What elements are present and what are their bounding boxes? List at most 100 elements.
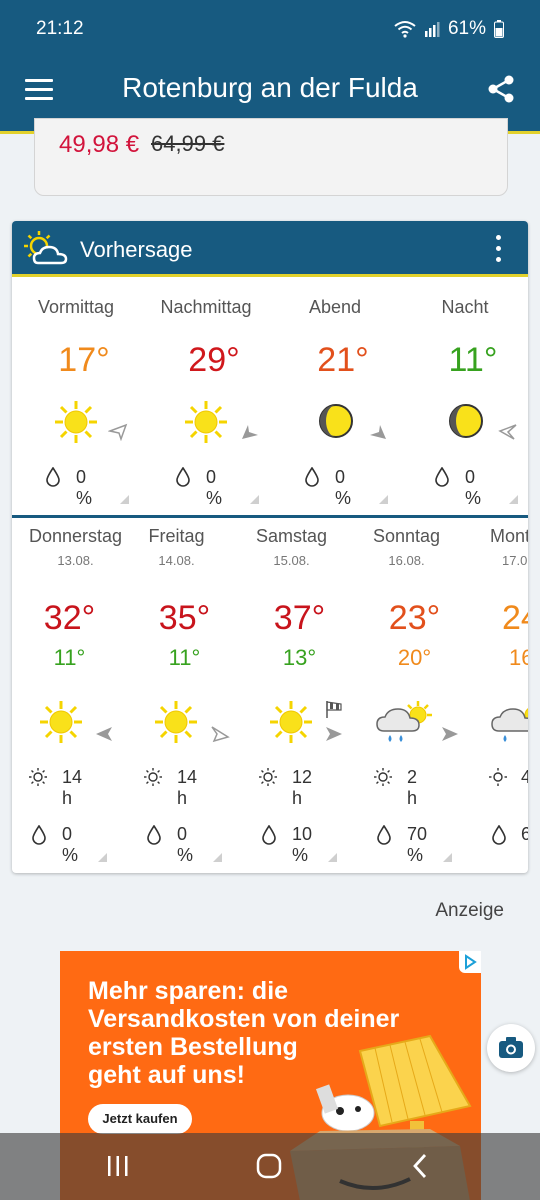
daypart-temp: 29° — [188, 341, 240, 379]
raindrop-icon — [377, 825, 391, 845]
ad-label: Anzeige — [435, 900, 504, 921]
day-date: 13.08. — [57, 553, 94, 568]
day-name: Samstag — [255, 526, 328, 546]
day-min-temp: 11° — [53, 645, 86, 670]
ad-buy-button[interactable]: Jetzt kaufen — [88, 1104, 192, 1134]
wind-arrow-icon — [442, 727, 458, 741]
battery-percent: 61% — [447, 18, 486, 39]
sunshine-icon — [29, 768, 47, 786]
day-name: Mont — [490, 526, 528, 546]
day-max-temp: 24 — [502, 599, 528, 637]
more-options-icon[interactable] — [496, 235, 502, 265]
day-date: 14.08. — [158, 553, 195, 568]
section-divider — [12, 515, 528, 518]
wind-flag-icon — [326, 701, 342, 718]
sunshine-icon — [144, 768, 162, 786]
sun-icon — [185, 401, 227, 443]
expand-corner[interactable] — [213, 853, 222, 862]
day-max-temp: 37° — [273, 599, 326, 637]
expand-corner[interactable] — [328, 853, 337, 862]
wind-arrow-icon — [96, 727, 112, 741]
precip-value: 0 % — [76, 467, 93, 508]
day-min-temp: 20° — [397, 645, 432, 670]
signal-icon — [424, 22, 440, 37]
raindrop-icon — [492, 825, 506, 845]
day-min-temp: 11° — [168, 645, 201, 670]
app-header: 21:12 61% Rotenburg an der Fulda — [0, 0, 540, 134]
back-icon[interactable] — [410, 1153, 430, 1179]
wind-arrow-icon — [326, 727, 342, 741]
expand-corner[interactable] — [443, 853, 452, 862]
sunshine-icon — [489, 768, 507, 786]
wind-arrow-icon — [498, 424, 517, 440]
forecast-title: Vorhersage — [80, 237, 193, 262]
camera-button[interactable] — [487, 1024, 535, 1072]
moon-icon — [319, 404, 353, 438]
page-title: Rotenburg an der Fulda — [122, 72, 418, 103]
wind-arrow-icon — [370, 425, 386, 439]
precip-value: 6 — [521, 824, 528, 844]
rain-cloud-sun-icon — [491, 708, 528, 742]
precip-value: 0 % — [206, 467, 223, 508]
daypart-label: Nacht — [441, 297, 489, 317]
sunshine-icon — [374, 768, 392, 786]
daypart-label: Abend — [308, 297, 362, 317]
sun-icon — [270, 701, 312, 743]
sunshine-hours: 2 h — [407, 767, 418, 808]
raindrop-icon — [435, 467, 449, 487]
sun-icon — [155, 701, 197, 743]
sunshine-hours: 4 — [521, 767, 528, 787]
sunshine-icon — [259, 768, 277, 786]
day-name: Freitag — [148, 526, 205, 546]
wind-arrow-icon — [211, 726, 230, 743]
sunshine-hours: 12 h — [292, 767, 313, 808]
forecast-header: Vorhersage — [12, 221, 528, 277]
product-card[interactable]: 49,98 € 64,99 € — [34, 118, 508, 196]
camera-icon — [499, 1037, 523, 1058]
sun-icon — [55, 401, 97, 443]
status-icons: 61% — [394, 18, 504, 40]
sun-icon — [40, 701, 82, 743]
daypart-label: Nachmittag — [160, 297, 252, 317]
expand-corner[interactable] — [98, 853, 107, 862]
precip-value: 10 % — [292, 824, 313, 865]
battery-icon — [494, 20, 504, 38]
expand-corner[interactable] — [250, 495, 259, 504]
system-nav-bar — [0, 1133, 540, 1200]
wind-arrow-icon — [108, 423, 128, 441]
ad-choices-icon[interactable] — [459, 951, 481, 973]
expand-corner[interactable] — [509, 495, 518, 504]
day-date: 16.08. — [388, 553, 425, 568]
rain-cloud-sun-icon — [376, 701, 432, 742]
day-date: 17.0 — [502, 553, 528, 568]
day-min-temp: 13° — [282, 645, 317, 670]
raindrop-icon — [147, 825, 161, 845]
forecast-card: Vorhersage Vormittag 17° 0 % Nachmittag … — [12, 221, 528, 873]
day-name: Donnerstag — [28, 526, 123, 546]
sunshine-hours: 14 h — [62, 767, 83, 808]
day-date: 15.08. — [273, 553, 310, 568]
day-max-temp: 35° — [158, 599, 211, 637]
price-new: 49,98 € — [59, 131, 140, 158]
wifi-icon — [394, 21, 416, 38]
sunshine-hours: 14 h — [177, 767, 198, 808]
home-icon[interactable] — [256, 1153, 282, 1179]
daypart-temp: 11° — [448, 341, 498, 379]
precip-value: 0 % — [465, 467, 482, 508]
precip-value: 70 % — [407, 824, 428, 865]
precip-value: 0 % — [335, 467, 352, 508]
price-old: 64,99 € — [151, 131, 225, 156]
share-icon[interactable] — [486, 74, 516, 104]
recent-apps-icon[interactable] — [106, 1155, 130, 1177]
status-time: 21:12 — [36, 18, 84, 39]
expand-corner[interactable] — [120, 495, 129, 504]
raindrop-icon — [305, 467, 319, 487]
wind-arrow-icon — [242, 425, 258, 439]
day-name: Sonntag — [372, 526, 441, 546]
day-max-temp: 23° — [388, 599, 441, 637]
precip-value: 0 % — [177, 824, 194, 865]
expand-corner[interactable] — [379, 495, 388, 504]
raindrop-icon — [176, 467, 190, 487]
daypart-temp: 21° — [317, 341, 369, 379]
day-max-temp: 32° — [43, 599, 96, 637]
